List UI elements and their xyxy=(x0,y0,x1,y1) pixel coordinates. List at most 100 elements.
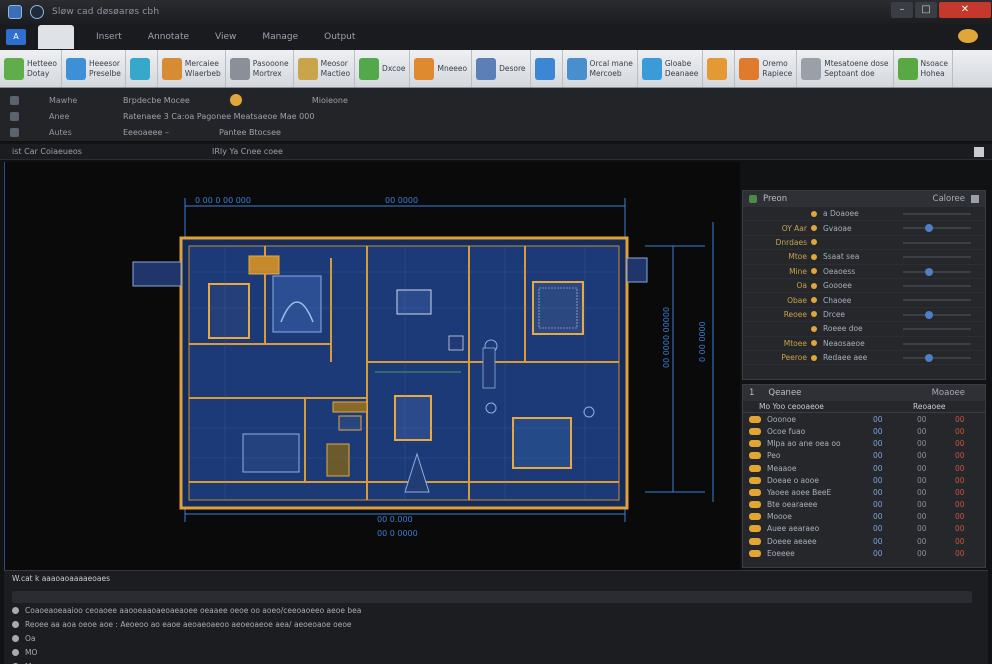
properties-row-value[interactable]: Eeeoaeee – xyxy=(123,128,169,137)
layer-color-swatch[interactable] xyxy=(749,464,761,472)
layer-freeze-value[interactable]: 00 xyxy=(873,476,883,485)
property-row[interactable]: Obae Chaoee xyxy=(743,293,985,308)
layer-row[interactable]: Yaoee aoee BeeE 00 00 00 xyxy=(743,486,985,498)
ribbon-group[interactable]: Mneeeo xyxy=(410,50,473,87)
layer-color-swatch[interactable] xyxy=(749,488,761,496)
document-tab-1[interactable]: ist Car Coiaeueos xyxy=(4,147,204,156)
close-button[interactable]: ✕ xyxy=(939,2,991,18)
ribbon-tool-icon[interactable] xyxy=(359,57,380,80)
application-menu-button[interactable]: A xyxy=(6,29,26,45)
palette-close-icon[interactable] xyxy=(971,195,979,203)
properties-row-value[interactable]: Brpdecbe Mocee xyxy=(123,96,190,105)
property-slider-track[interactable] xyxy=(903,299,971,302)
ribbon-group[interactable]: Pasooone Mortrex xyxy=(226,50,294,87)
layer-freeze-value[interactable]: 00 xyxy=(873,512,883,521)
layer-row[interactable]: Mlpa ao ane oea oo 00 00 00 xyxy=(743,438,985,450)
property-slider-knob[interactable] xyxy=(925,310,933,319)
layer-color-value[interactable]: 00 xyxy=(955,415,965,424)
layer-icon[interactable] xyxy=(10,95,19,105)
layer-lock-value[interactable]: 00 xyxy=(917,476,927,485)
property-row[interactable]: Mtoe Ssaat sea xyxy=(743,250,985,265)
layer-freeze-value[interactable]: 00 xyxy=(873,439,883,448)
property-slider-track[interactable] xyxy=(903,241,971,244)
ribbon-group[interactable]: Heeesor Preselbe xyxy=(62,50,126,87)
ribbon-tool-icon[interactable] xyxy=(707,57,728,80)
ribbon-group[interactable] xyxy=(703,50,736,87)
property-row[interactable]: OY Aar Gvaoae xyxy=(743,221,985,236)
layer-color-swatch[interactable] xyxy=(749,525,761,533)
ribbon-tool-icon[interactable] xyxy=(739,57,760,80)
ribbon-group[interactable]: Hetteeo Dotay xyxy=(0,50,62,87)
layer-color-value[interactable]: 00 xyxy=(955,512,965,521)
layer-color-value[interactable]: 00 xyxy=(955,451,965,460)
layer-lock-value[interactable]: 00 xyxy=(917,524,927,533)
layer-row[interactable]: Doeee aeaee 00 00 00 xyxy=(743,535,985,547)
tab-view[interactable]: View xyxy=(211,28,240,46)
layer-row[interactable]: Eoeeee 00 00 00 xyxy=(743,547,985,559)
close-document-icon[interactable] xyxy=(974,147,984,157)
layers-tab-number[interactable]: 1 xyxy=(749,388,754,398)
property-row[interactable]: Mine Oeaoess xyxy=(743,265,985,279)
tab-insert[interactable]: Insert xyxy=(92,28,126,46)
layer-row[interactable]: Meaaoe 00 00 00 xyxy=(743,462,985,474)
layer-color-swatch[interactable] xyxy=(749,440,761,448)
property-slider-knob[interactable] xyxy=(925,224,933,233)
property-slider-track[interactable] xyxy=(903,284,971,287)
ribbon-group[interactable]: Oremo Rapiece xyxy=(735,50,798,87)
layer-color-swatch[interactable] xyxy=(749,549,761,557)
ribbon-group[interactable]: Nsoace Hohea xyxy=(894,50,953,87)
layer-color-value[interactable]: 00 xyxy=(955,439,965,448)
property-slider-track[interactable] xyxy=(903,328,971,331)
layers-column-right[interactable]: Reoaoee xyxy=(913,402,946,411)
property-slider-knob[interactable] xyxy=(925,267,933,276)
property-slider-track[interactable] xyxy=(903,213,971,215)
property-value[interactable]: Neaosaeoe xyxy=(823,339,865,348)
ribbon-group[interactable]: Meosor Mactieo xyxy=(294,50,356,87)
layer-freeze-value[interactable]: 00 xyxy=(873,427,883,436)
ribbon-group[interactable] xyxy=(126,50,158,87)
property-value[interactable]: Oeaoess xyxy=(823,267,855,276)
layer-lock-value[interactable]: 00 xyxy=(917,549,927,558)
layer-row[interactable]: Auee aearaeo 00 00 00 xyxy=(743,523,985,535)
property-value[interactable]: Ssaat sea xyxy=(823,252,859,261)
layer-freeze-value[interactable]: 00 xyxy=(873,500,883,509)
ribbon-group[interactable]: Mercaiee Wlaerbeb xyxy=(158,50,226,87)
drawing-canvas[interactable]: 0 00 0 00 000 00 0000 00 0.000 00 0 0000… xyxy=(4,162,740,570)
property-slider-track[interactable] xyxy=(903,342,971,345)
property-slider-track[interactable] xyxy=(903,313,971,316)
property-row[interactable]: Mtoee Neaosaeoe xyxy=(743,337,985,351)
ribbon-tool-icon[interactable] xyxy=(65,57,86,80)
command-input[interactable] xyxy=(12,591,972,603)
ribbon-tool-icon[interactable] xyxy=(414,57,435,80)
ribbon-tool-icon[interactable] xyxy=(534,57,555,80)
property-row[interactable]: Dnrdaes xyxy=(743,236,985,251)
layer-lock-value[interactable]: 00 xyxy=(917,488,927,497)
layer-row[interactable]: Ooonoe 00 00 00 xyxy=(743,413,985,425)
ribbon-group[interactable]: Mtesatoene dose Septoant doe xyxy=(797,50,894,87)
tab-annotate[interactable]: Annotate xyxy=(144,28,193,46)
layer-color-value[interactable]: 00 xyxy=(955,524,965,533)
layer-color-value[interactable]: 00 xyxy=(955,537,965,546)
tab-output[interactable]: Output xyxy=(320,28,359,46)
layer-freeze-value[interactable]: 00 xyxy=(873,415,883,424)
tab-manage[interactable]: Manage xyxy=(258,28,302,46)
layer-freeze-value[interactable]: 00 xyxy=(873,524,883,533)
property-value[interactable]: Goooee xyxy=(823,281,852,290)
property-value[interactable]: Roeee doe xyxy=(823,324,863,333)
document-tab-2[interactable]: IRIy Ya Cnee coee xyxy=(204,147,291,156)
layer-color-value[interactable]: 00 xyxy=(955,549,965,558)
layers-column-name[interactable]: Mo Yoo ceooaeoe xyxy=(759,402,879,411)
layer-color-swatch[interactable] xyxy=(749,537,761,545)
ribbon-tool-icon[interactable] xyxy=(897,57,918,80)
ribbon-tool-icon[interactable] xyxy=(161,57,182,80)
properties-row-extra[interactable]: Pantee Btocsee xyxy=(219,128,281,137)
layer-freeze-value[interactable]: 00 xyxy=(873,549,883,558)
tab-home-active[interactable] xyxy=(38,25,74,49)
property-slider-track[interactable] xyxy=(903,270,971,273)
layer-lock-value[interactable]: 00 xyxy=(917,415,927,424)
ribbon-group[interactable]: Desore xyxy=(472,50,531,87)
property-row[interactable]: a Doaoee xyxy=(743,207,985,222)
layers-palette-right-label[interactable]: Moaoee xyxy=(932,388,965,398)
ribbon-group[interactable]: Gloabe Deanaee xyxy=(638,50,704,87)
layer-freeze-value[interactable]: 00 xyxy=(873,464,883,473)
